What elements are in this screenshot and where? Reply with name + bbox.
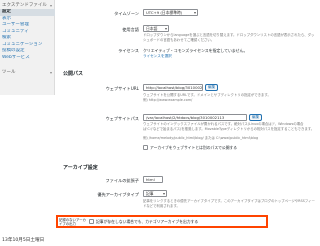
chevron-down-icon: ▾ — [49, 70, 52, 75]
choose-license-link[interactable]: ライセンスを選択 — [143, 54, 172, 59]
file-extension-label: ファイルの拡張子 — [105, 178, 139, 183]
preferred-archive-type-label: 優先アーカイブタイプ — [97, 192, 139, 197]
language-label: 使用言語 — [122, 27, 139, 32]
sidebar-item-tools[interactable]: ツール ▾ — [0, 69, 55, 76]
edit-site-url-button[interactable]: 編集 — [205, 84, 219, 91]
separate-archive-path-checkbox[interactable] — [143, 145, 148, 150]
highlighted-setting-frame: 記録のないアーカイブの出力 記事が存在しない場合でも、カテゴリアーカイブを出力す… — [56, 215, 268, 228]
preferred-archive-type-help: 記事をリンクするときの優先アーカイブタイプです。このアーカイブタイプはブログのト… — [143, 199, 315, 208]
sidebar-item-label: ツール — [2, 70, 16, 75]
file-extension-field[interactable]: html — [143, 176, 163, 183]
preferred-archive-type-select[interactable]: 記事 — [143, 190, 167, 197]
language-description: ドロップダウンからlanguageを選ぶと言語を切り替えます。ドロップダウンリス… — [143, 33, 315, 42]
sidebar-menu: 設定 表示 ユーザー管理 コミュニティ 検索 コミュニケーション 投稿の設定 W… — [0, 9, 55, 61]
site-url-example: 例) http://www.example.com/ — [143, 98, 193, 102]
archive-settings-heading: アーカイブ設定 — [63, 165, 98, 171]
timezone-select[interactable]: UTC+9 (日本標準時) — [143, 9, 198, 16]
site-path-label: ウェブサイトパス — [105, 116, 139, 121]
site-path-example: 例) /home/melody/public_html/blog/ または C:… — [143, 136, 259, 140]
public-paths-heading: 公開パス — [63, 71, 84, 77]
settings-main: タイムゾーン UTC+9 (日本標準時) 使用言語 日本語 ドロップダウンからl… — [55, 0, 320, 246]
site-path-field[interactable]: /var/localhost/2/htdocs/blog/3010002113 — [143, 114, 247, 121]
sidebar-item-web-services[interactable]: Webサービス — [0, 55, 55, 62]
output-empty-category-archive-label: 記事が存在しない場合でも、カテゴリアーカイブを出力する — [96, 219, 199, 224]
sidebar-item-label: エクステンドファイル — [2, 3, 47, 8]
admin-sidebar: エクステンドファイル ▾ 設定 表示 ユーザー管理 コミュニティ 検索 コミュニ… — [0, 0, 55, 95]
language-select[interactable]: 日本語 — [143, 25, 169, 32]
empty-archive-output-label: 記録のないアーカイブの出力 — [59, 218, 86, 226]
timezone-label: タイムゾーン — [114, 11, 139, 16]
site-url-help: ウェブサイトを公開するURLです。ドメインとサブディレクトリの指定ができます。 — [143, 93, 271, 97]
chevron-down-icon: ▾ — [49, 3, 52, 8]
site-path-help: ウェブサイトのインデックスファイルが置かれるパスです。絶対パス(Linuxの場合… — [143, 122, 315, 131]
separate-archive-path-label: アーカイブをウェブサイトとは別のパスで公開する — [150, 145, 238, 150]
output-empty-category-archive-checkbox[interactable] — [89, 219, 94, 224]
site-url-label: ウェブサイトURL — [105, 86, 139, 91]
site-url-field[interactable]: http://localhost/blog/3010002113 — [143, 84, 203, 91]
footer-timestamp: 13年10月5日土曜日 — [2, 238, 45, 243]
edit-site-path-button[interactable]: 編集 — [249, 114, 263, 121]
sidebar-item-extended-files[interactable]: エクステンドファイル ▾ — [0, 2, 55, 9]
license-label: ライセンス — [118, 48, 139, 53]
